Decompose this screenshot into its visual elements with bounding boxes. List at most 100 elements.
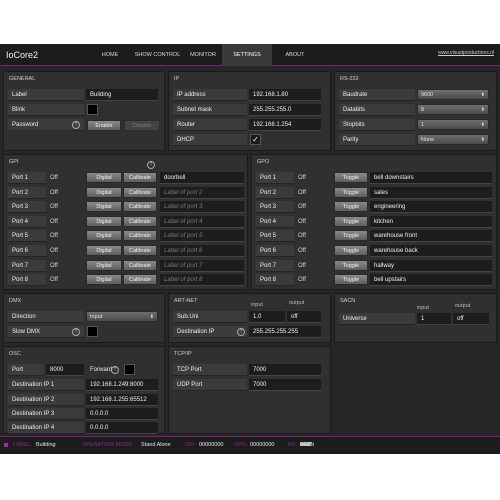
nav-about[interactable]: ABOUT xyxy=(275,44,315,66)
gpo-port-state: Off xyxy=(298,204,306,211)
gpo-toggle-button[interactable]: Toggle xyxy=(334,230,368,242)
subuni-input-field[interactable]: 1.0 xyxy=(249,311,285,323)
gpo-port-label-input[interactable]: warehouse front xyxy=(370,230,492,243)
gpi-port-label: Port 5 xyxy=(8,230,46,243)
gpo-port-label-input[interactable]: engineering xyxy=(370,201,492,214)
gpi-digital-button[interactable]: Digital xyxy=(86,245,122,256)
tcp-port-input[interactable]: 7000 xyxy=(249,364,321,376)
gpo-port-label-input[interactable]: sales xyxy=(370,186,492,199)
ip-address-input[interactable]: 192.168.1.80 xyxy=(249,89,321,101)
dhcp-checkbox[interactable]: ✓ xyxy=(250,134,261,145)
blink-checkbox[interactable] xyxy=(87,104,98,115)
nav-home[interactable]: HOME xyxy=(95,44,125,66)
gpo-panel: GPO Port 1 Off Toggle bell downstairs Por… xyxy=(251,154,497,290)
gpo-port-label-input[interactable]: bell upstairs xyxy=(370,274,492,287)
forward-checkbox[interactable] xyxy=(124,364,135,375)
nav-show-control[interactable]: SHOW CONTROL xyxy=(130,44,185,66)
website-link[interactable]: www.visualproductions.nl xyxy=(438,50,494,56)
nav-settings[interactable]: SETTINGS xyxy=(222,44,272,66)
gpi-calibrate-button[interactable]: Calibrate xyxy=(123,172,157,183)
iocore2-window: IoCore2 HOME SHOW CONTROL MONITOR SETTIN… xyxy=(0,44,500,454)
gpo-toggle-button[interactable]: Toggle xyxy=(334,201,368,213)
enable-password-button[interactable]: Enable xyxy=(87,120,121,131)
subuni-label: Sub.Uni xyxy=(173,311,247,323)
destination-ip-3-input[interactable]: 0.0.0.0 xyxy=(86,408,158,420)
gpi-digital-button[interactable]: Digital xyxy=(86,230,122,242)
gpo-port-label-input[interactable]: bell downstairs xyxy=(370,172,492,184)
gpi-port-label-input[interactable]: Label of port 7 xyxy=(160,259,244,272)
destination-ip-2-input[interactable]: 192.168.1.255:65512 xyxy=(86,394,158,406)
gpo-toggle-button[interactable]: Toggle xyxy=(334,259,368,271)
gpi-help-icon[interactable]: ? xyxy=(147,161,155,169)
universe-output-field[interactable]: off xyxy=(453,313,489,325)
stopbits-select[interactable]: 1 ⬍ xyxy=(417,119,489,130)
gpi-calibrate-button[interactable]: Calibrate xyxy=(123,230,157,242)
router-input[interactable]: 192.168.1.254 xyxy=(249,119,321,131)
universe-input-field[interactable]: 1 xyxy=(417,313,451,325)
gpo-port-state: Off xyxy=(298,248,306,254)
gpo-toggle-button[interactable]: Toggle xyxy=(334,186,368,198)
gpi-port-label: Port 8 xyxy=(8,274,46,287)
subuni-output-field[interactable]: off xyxy=(287,311,321,323)
status-mode-caption: OPERATING MODE: xyxy=(82,442,134,448)
gpo-port-label-input[interactable]: warehouse back xyxy=(370,245,492,257)
password-help-icon[interactable]: ? xyxy=(72,121,80,129)
databits-select[interactable]: 8 ⬍ xyxy=(417,104,489,115)
gpo-toggle-button[interactable]: Toggle xyxy=(334,245,368,256)
destination-ip-1-input[interactable]: 192.168.1.249:8000 xyxy=(86,379,158,391)
gpi-digital-button[interactable]: Digital xyxy=(86,172,122,183)
osc-port-input[interactable]: 8000 xyxy=(46,364,84,376)
direction-select[interactable]: Input ⬍ xyxy=(86,311,158,322)
forward-help-icon[interactable]: ? xyxy=(111,366,119,374)
gpi-port-label-input[interactable]: Label of port 2 xyxy=(160,186,244,199)
gpi-digital-button[interactable]: Digital xyxy=(86,186,122,198)
osc-panel: OSC Port 8000 Forward ? Destination IP 1… xyxy=(3,346,165,434)
gpi-calibrate-button[interactable]: Calibrate xyxy=(123,274,157,286)
gpi-calibrate-button[interactable]: Calibrate xyxy=(123,259,157,271)
nav-monitor[interactable]: MONITOR xyxy=(185,44,221,66)
subnet-mask-input[interactable]: 255.255.255.0 xyxy=(249,104,321,116)
destination-ip-1-label: Destination IP 1 xyxy=(8,379,84,391)
gpi-calibrate-button[interactable]: Calibrate xyxy=(123,245,157,256)
slow-dmx-checkbox[interactable] xyxy=(87,326,98,337)
gpo-port-state: Off xyxy=(298,233,306,240)
disable-password-button[interactable]: Disable xyxy=(124,120,160,131)
gpo-port-label-input[interactable]: kitchen xyxy=(370,215,492,228)
parity-select[interactable]: None ⬍ xyxy=(417,134,489,145)
gpi-port-state: Off xyxy=(50,262,58,269)
gpo-toggle-button[interactable]: Toggle xyxy=(334,172,368,183)
gpi-port-label-input[interactable]: doorbell xyxy=(160,172,244,184)
gpi-port-label-input[interactable]: Label of port 8 xyxy=(160,274,244,287)
gpo-title: GPO xyxy=(257,159,270,165)
select-arrows-icon: ⬍ xyxy=(480,122,485,128)
gpi-digital-button[interactable]: Digital xyxy=(86,259,122,271)
gpo-port-label: Port 4 xyxy=(256,215,294,228)
gpi-port-label-input[interactable]: Label of port 5 xyxy=(160,230,244,243)
gpi-port-label-input[interactable]: Label of port 4 xyxy=(160,215,244,228)
gpi-port-label-input[interactable]: Label of port 3 xyxy=(160,201,244,214)
artnet-output-header: output xyxy=(289,300,305,306)
gpi-calibrate-button[interactable]: Calibrate xyxy=(123,186,157,198)
gpo-port-label-input[interactable]: hallway xyxy=(370,259,492,272)
status-gpo-value: 00000000 xyxy=(250,442,275,448)
gpo-toggle-button[interactable]: Toggle xyxy=(334,274,368,286)
baudrate-select[interactable]: 9600 ⬍ xyxy=(417,89,489,100)
gpi-port-label-input[interactable]: Label of port 6 xyxy=(160,245,244,257)
udp-port-input[interactable]: 7000 xyxy=(249,379,321,391)
osc-port-label: Port xyxy=(8,364,44,376)
slow-dmx-help-icon[interactable]: ? xyxy=(72,328,80,336)
status-label-value: Building xyxy=(36,442,56,448)
gpi-digital-button[interactable]: Digital xyxy=(86,274,122,286)
destination-ip-input[interactable]: 255.255.255.255 xyxy=(249,326,321,338)
label-input[interactable]: Building xyxy=(86,89,158,101)
gpo-toggle-button[interactable]: Toggle xyxy=(334,215,368,227)
router-label: Router xyxy=(173,119,247,131)
gpi-calibrate-button[interactable]: Calibrate xyxy=(123,215,157,227)
status-bar: LABEL: Building OPERATING MODE: Stand Al… xyxy=(0,436,500,454)
gpi-digital-button[interactable]: Digital xyxy=(86,201,122,213)
destination-ip-help-icon[interactable]: ? xyxy=(237,328,245,336)
status-rx-caption: RX: xyxy=(288,442,298,448)
gpi-calibrate-button[interactable]: Calibrate xyxy=(123,201,157,213)
destination-ip-4-input[interactable]: 0.0.0.0 xyxy=(86,422,158,434)
gpi-digital-button[interactable]: Digital xyxy=(86,215,122,227)
